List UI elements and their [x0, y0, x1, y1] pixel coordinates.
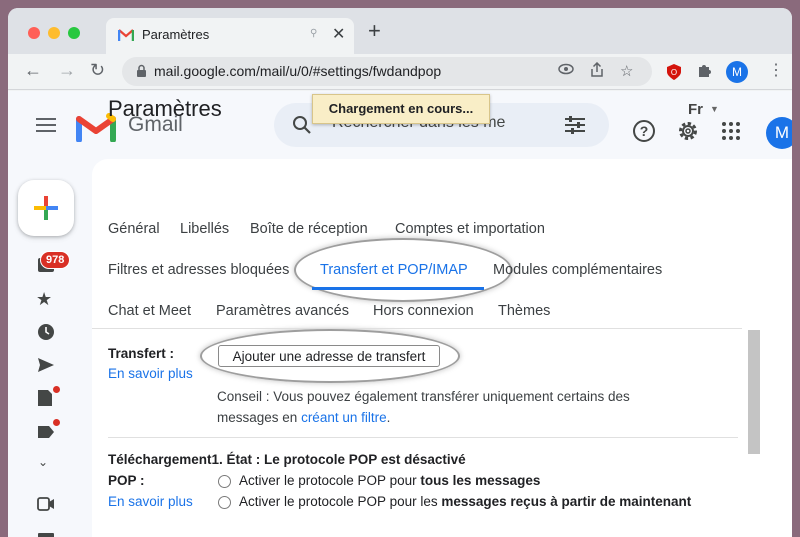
forwarding-tip-prefix: messages en [217, 410, 298, 425]
snoozed-clock-icon[interactable] [37, 323, 55, 346]
language-selector[interactable]: Fr [688, 101, 703, 118]
tab-close-icon[interactable]: ✕ [332, 24, 345, 44]
close-window-button[interactable] [28, 27, 40, 39]
tab-filters-blocked[interactable]: Filtres et adresses bloquées [108, 262, 289, 278]
tabs-divider [92, 328, 742, 329]
forwarding-tip-line1: Conseil : Vous pouvez également transfér… [217, 389, 630, 404]
pop-option2-bold: messages reçus à partir de maintenant [441, 494, 692, 509]
browser-profile-avatar[interactable]: M [726, 61, 748, 83]
reload-icon[interactable]: ↻ [90, 60, 105, 80]
tab-themes[interactable]: Thèmes [498, 303, 550, 319]
compose-button[interactable] [18, 180, 74, 236]
browser-toolbar: ← → ↻ mail.google.com/mail/u/0/#settings… [8, 54, 792, 90]
browser-menu-icon[interactable]: ⋮ [768, 61, 784, 81]
tab-chat-meet[interactable]: Chat et Meet [108, 303, 191, 319]
bookmark-star-icon[interactable]: ☆ [620, 62, 633, 80]
eye-icon[interactable] [558, 62, 574, 80]
browser-tab-settings[interactable]: Paramètres ⚲ ✕ [106, 18, 354, 54]
forwarding-tip-suffix: . [386, 410, 391, 425]
tab-advanced[interactable]: Paramètres avancés [216, 303, 349, 319]
forwarding-tip-line2: messages en créant un filtre. [217, 410, 390, 425]
label-notification-dot [53, 419, 60, 426]
tab-offline[interactable]: Hors connexion [373, 303, 474, 319]
lock-icon [136, 64, 147, 83]
pop-label: POP : [108, 473, 145, 488]
main-menu-icon[interactable] [36, 118, 56, 137]
pop-option1-prefix: Activer le protocole POP pour [239, 473, 417, 488]
maximize-window-button[interactable] [68, 27, 80, 39]
tab-audio-icon: ⚲ [310, 28, 318, 39]
inbox-unread-badge: 978 [40, 251, 71, 269]
tab-strip: Paramètres ⚲ ✕ + [8, 8, 792, 54]
svg-text:O: O [671, 68, 677, 77]
settings-gear-icon[interactable] [676, 119, 700, 148]
tab-inbox[interactable]: Boîte de réception [250, 221, 368, 237]
create-filter-link[interactable]: créant un filtre [301, 410, 387, 425]
pop-option2-label: Activer le protocole POP pour les messag… [239, 494, 691, 509]
url-text: mail.google.com/mail/u/0/#settings/fwdan… [154, 63, 442, 79]
tab-accounts-import[interactable]: Comptes et importation [395, 221, 545, 237]
drafts-icon[interactable] [37, 389, 53, 412]
active-tab-underline [312, 287, 484, 290]
pop-status-heading: Téléchargement1. État : Le protocole POP… [108, 452, 466, 467]
pop-option1-bold: tous les messages [420, 473, 541, 488]
settings-scrollbar[interactable] [748, 330, 760, 454]
pop-option2-prefix: Activer le protocole POP pour les [239, 494, 438, 509]
starred-icon[interactable]: ★ [36, 289, 52, 310]
more-chevron-down-icon[interactable]: ⌄ [38, 455, 48, 469]
browser-window: Paramètres ⚲ ✕ + ← → ↻ mail.google.com/m… [8, 8, 792, 537]
apps-grid-icon[interactable] [722, 122, 740, 145]
tab-forwarding-pop-imap[interactable]: Transfert et POP/IMAP [320, 262, 468, 278]
gmail-favicon-icon [117, 28, 135, 47]
account-avatar[interactable]: M [766, 117, 792, 149]
page-title: Paramètres [108, 96, 222, 121]
label-icon[interactable] [37, 425, 55, 444]
address-bar[interactable]: mail.google.com/mail/u/0/#settings/fwdan… [122, 57, 652, 86]
forwarding-label: Transfert : [108, 346, 175, 361]
forward-arrow-icon[interactable]: → [58, 60, 76, 80]
search-icon[interactable] [292, 115, 312, 140]
pop-option1-label: Activer le protocole POP pour tous les m… [239, 473, 540, 488]
ublock-extension-icon[interactable]: O [666, 63, 682, 86]
svg-text:?: ? [640, 123, 649, 139]
drafts-notification-dot [53, 386, 60, 393]
help-icon[interactable]: ? [632, 119, 656, 148]
section-divider [108, 437, 738, 438]
tab-labels[interactable]: Libellés [180, 221, 229, 237]
sent-icon[interactable] [37, 357, 55, 378]
pop-learn-more-link[interactable]: En savoir plus [108, 494, 193, 509]
tab-general[interactable]: Général [108, 221, 160, 237]
pop-new-messages-radio[interactable] [218, 496, 231, 509]
add-forwarding-address-button[interactable]: Ajouter une adresse de transfert [218, 345, 440, 367]
loading-tooltip: Chargement en cours... [312, 94, 490, 124]
language-caret-icon[interactable]: ▼ [710, 104, 719, 114]
new-tab-button[interactable]: + [368, 20, 381, 42]
extensions-puzzle-icon[interactable] [696, 63, 712, 84]
share-icon[interactable] [590, 61, 604, 82]
tab-title: Paramètres [142, 27, 210, 42]
tab-add-ons[interactable]: Modules complémentaires [493, 262, 662, 278]
pop-all-messages-radio[interactable] [218, 475, 231, 488]
forwarding-learn-more-link[interactable]: En savoir plus [108, 366, 193, 381]
meet-keyboard-icon[interactable] [37, 529, 55, 537]
meet-video-icon[interactable] [37, 497, 55, 516]
minimize-window-button[interactable] [48, 27, 60, 39]
back-arrow-icon[interactable]: ← [24, 60, 42, 80]
search-options-icon[interactable] [564, 115, 586, 140]
